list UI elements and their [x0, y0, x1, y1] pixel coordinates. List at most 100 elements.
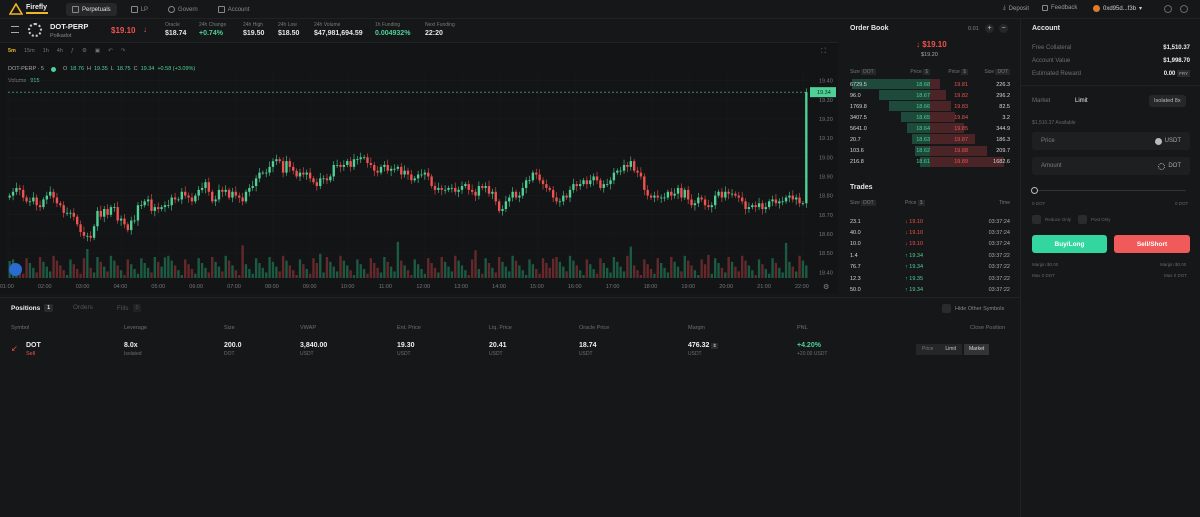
volume-bar	[349, 270, 352, 278]
y-tick-label: 19.40	[819, 79, 833, 85]
positions-count: 1	[44, 304, 54, 312]
account-value-label: Account Value	[1032, 57, 1071, 64]
settings-icon[interactable]	[1180, 5, 1188, 13]
tab-lp[interactable]: LP	[125, 3, 154, 16]
candle-body	[52, 191, 55, 198]
volume-bar	[194, 273, 197, 278]
candle-body	[281, 161, 285, 173]
candle-body	[173, 197, 177, 200]
orderbook-row[interactable]: 20.7 18.63 19.87 186.3	[848, 134, 1012, 145]
amount-slider[interactable]	[1036, 190, 1186, 191]
candle-body	[204, 182, 207, 188]
x-tick-label: 01:00	[0, 284, 14, 290]
position-entry-value: 19.30	[397, 342, 415, 349]
candle-body	[764, 207, 767, 210]
buy-long-button[interactable]: Buy/Long	[1032, 235, 1107, 253]
candle-body	[42, 199, 45, 208]
tab-account[interactable]: Account	[212, 3, 256, 16]
volume-bar	[322, 272, 325, 278]
edit-margin-icon[interactable]: ±	[711, 343, 719, 349]
market-selector[interactable]: DOT-PERP Polkadot	[50, 22, 88, 39]
orderbook-row[interactable]: 96.0 18.67 19.82 296.2	[848, 90, 1012, 101]
close-limit-button[interactable]: Limit	[939, 344, 962, 355]
candle-body	[254, 178, 258, 187]
volume-bar	[771, 258, 774, 278]
volume-bar	[707, 255, 710, 278]
orderbook-row[interactable]: 5641.0 18.64 19.85 344.9	[848, 123, 1012, 134]
candle-body	[136, 205, 140, 221]
tab-market[interactable]: Market	[1032, 98, 1050, 104]
candle-body	[747, 207, 751, 210]
volume-bar	[700, 259, 703, 278]
hide-other-label: Hide Other Symbols	[955, 305, 1005, 312]
volume-bar	[494, 272, 497, 278]
position-row[interactable]: ↙ DOT Sell 8.0x Isolated 200.0 DOT 3,840.00…	[0, 339, 1020, 361]
candle-body	[177, 199, 180, 201]
candle-body	[568, 189, 572, 198]
post-only-checkbox[interactable]: Post Only	[1078, 215, 1111, 224]
logo[interactable]: Firefly	[9, 3, 48, 15]
tab-positions[interactable]: Positions 1	[11, 304, 54, 312]
tab-fills[interactable]: Fills 0	[117, 304, 142, 312]
volume-bar	[211, 257, 214, 278]
volume-bar	[173, 265, 177, 278]
orderbook-step[interactable]: 0.01	[968, 26, 979, 32]
volume-bar	[268, 257, 271, 278]
amount-input[interactable]: Amount DOT	[1032, 157, 1190, 175]
post-only-label: Post Only	[1091, 217, 1111, 222]
candle-body	[487, 186, 491, 194]
x-tick-label: 10:00	[341, 284, 355, 290]
tab-perpetuals[interactable]: Perpetuals	[66, 3, 117, 16]
bid-size: 3407.5	[850, 114, 867, 121]
trade-size: 40.0	[850, 230, 861, 237]
volume-bar	[737, 271, 740, 278]
market-header: DOT-PERP Polkadot $19.10 ↓ Oracle $18.74 …	[0, 19, 838, 43]
volume-bar	[197, 258, 200, 278]
volume-bar	[106, 271, 109, 278]
zoom-in-icon[interactable]: +	[985, 24, 994, 33]
candle-body	[362, 157, 366, 159]
orderbook-row[interactable]: 216.8 18.61 19.89 1682.6	[848, 156, 1012, 168]
menu-icon[interactable]	[11, 26, 19, 33]
wallet-button[interactable]: 0xd95d...f3b ▾	[1093, 5, 1142, 12]
candle-body	[194, 195, 197, 202]
reduce-only-checkbox[interactable]: Reduce Only	[1032, 215, 1071, 224]
sell-short-button[interactable]: Sell/Short	[1114, 235, 1190, 253]
volume-bar	[744, 260, 747, 278]
candle-body	[659, 197, 663, 199]
feedback-button[interactable]: Feedback	[1042, 5, 1077, 11]
position-margin-unit: USDT	[688, 351, 702, 357]
slider-handle[interactable]	[1031, 187, 1038, 194]
close-market-button[interactable]: Market	[963, 344, 990, 355]
theme-icon[interactable]	[1164, 5, 1172, 13]
orderbook-row[interactable]: 3407.5 18.65 19.84 3.2	[848, 112, 1012, 123]
candle-body	[143, 201, 146, 206]
orderbook-row[interactable]: 6729.5 18.68 19.81 226.3	[848, 79, 1012, 90]
orderbook-row[interactable]: 1769.8 18.66 19.83 82.5	[848, 101, 1012, 112]
header-symbol: Symbol	[11, 325, 30, 331]
leverage-button[interactable]: Isolated 8x	[1149, 95, 1186, 107]
price-chart[interactable]: 5m 15m 1h 4h ƒ ⚙ ▣ ↶ ↷ ⛶ DOT-PERP · 5 O1…	[0, 43, 838, 294]
tab-orders[interactable]: Orders	[73, 304, 93, 311]
firefly-logo-icon	[9, 3, 23, 15]
ask-price: 19.81	[954, 81, 968, 88]
tab-limit[interactable]: Limit	[1075, 98, 1088, 104]
deposit-button[interactable]: ⤓ Deposit	[1003, 5, 1029, 12]
trade-time: 03:37:22	[988, 275, 1010, 282]
orderbook-row[interactable]: 103.6 18.62 19.88 209.7	[848, 145, 1012, 157]
candle-body	[585, 180, 589, 185]
volume-bar	[285, 260, 288, 278]
x-tick-label: 05:00	[151, 284, 165, 290]
x-tick-label: 15:00	[530, 284, 544, 290]
candlestick-plot[interactable]: 19.40 19.30 19.20 19.10 19.00 18.90 18.80 18.70…	[0, 43, 838, 294]
volume-bar	[227, 260, 231, 278]
hide-other-symbols-toggle[interactable]: Hide Other Symbols	[942, 304, 1004, 313]
close-price-input[interactable]: Price	[916, 344, 940, 355]
price-input[interactable]: Price USDT	[1032, 132, 1190, 150]
zoom-out-icon[interactable]: −	[999, 24, 1008, 33]
tab-govern[interactable]: Govern	[162, 3, 204, 16]
trade-row: 1.4 ↑ 19.34 03:37:22	[850, 250, 1010, 261]
volume-bar	[177, 270, 180, 278]
candle-body	[335, 164, 339, 166]
chart-settings-icon[interactable]: ⚙	[823, 283, 829, 291]
